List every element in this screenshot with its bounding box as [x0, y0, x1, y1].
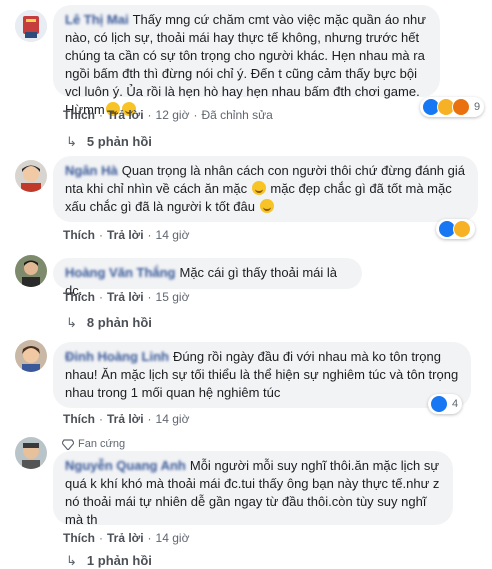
- reply-link[interactable]: Trả lời: [107, 108, 144, 122]
- avatar-image-icon: [15, 255, 47, 287]
- comment-text: Thấy mng cứ chăm cmt vào việc mặc quần á…: [65, 12, 426, 117]
- comment-author[interactable]: Hoàng Văn Thắng: [65, 265, 176, 280]
- view-replies[interactable]: ↳ 8 phản hồi: [66, 315, 152, 331]
- comment-author[interactable]: Ngân Hà: [65, 163, 118, 178]
- like-link[interactable]: Thích: [63, 531, 95, 545]
- like-link[interactable]: Thích: [63, 108, 95, 122]
- replies-count: 5 phản hồi: [86, 134, 152, 149]
- timestamp[interactable]: 12 giờ: [156, 108, 190, 122]
- like-link[interactable]: Thích: [63, 228, 95, 242]
- comment-actions: Thích · Trả lời · 12 giờ · Đã chỉnh sửa: [63, 108, 273, 122]
- like-link[interactable]: Thích: [63, 412, 95, 426]
- smiling-sweat-emoji-icon: [251, 181, 266, 195]
- reply-link[interactable]: Trả lời: [107, 531, 144, 545]
- comment-author[interactable]: Đinh Hoàng Linh: [65, 349, 169, 364]
- comment-bubble: Hoàng Văn Thắng Mặc cái gì thấy thoải mái…: [53, 258, 362, 298]
- comment-bubble: Đinh Hoàng Linh Đúng rồi ngày đầu đi với …: [53, 342, 471, 408]
- comment-actions: Thích · Trả lời · 15 giờ: [63, 290, 190, 304]
- angry-reaction-icon: [452, 98, 470, 116]
- avatar[interactable]: [15, 437, 47, 469]
- reaction-summary[interactable]: [436, 219, 475, 239]
- reaction-count: 9: [474, 101, 481, 113]
- edited-label[interactable]: Đã chỉnh sửa: [201, 108, 272, 122]
- view-replies[interactable]: ↳ 1 phản hồi: [66, 553, 152, 569]
- avatar-image-icon: [15, 340, 47, 372]
- comment-bubble: Lê Thị Mai Thấy mng cứ chăm cmt vào việc …: [53, 5, 440, 117]
- timestamp[interactable]: 14 giờ: [156, 228, 190, 242]
- reaction-summary[interactable]: 9: [420, 97, 485, 117]
- fan-badge: Fan cứng: [62, 438, 125, 450]
- avatar-image-icon: [15, 10, 47, 42]
- diamond-icon: [62, 438, 74, 450]
- reply-link[interactable]: Trả lời: [107, 290, 144, 304]
- reply-arrow-icon: ↳: [66, 553, 77, 568]
- like-reaction-icon: [430, 395, 448, 413]
- avatar[interactable]: [15, 340, 47, 372]
- avatar[interactable]: [15, 10, 47, 42]
- comment-bubble: Nguyễn Quang Anh Mỗi người mỗi suy nghĩ t…: [53, 451, 453, 527]
- comment-actions: Thích · Trả lời · 14 giờ: [63, 412, 190, 426]
- avatar[interactable]: [15, 160, 47, 192]
- reply-link[interactable]: Trả lời: [107, 228, 144, 242]
- haha-reaction-icon: [453, 220, 471, 238]
- timestamp[interactable]: 14 giờ: [156, 412, 190, 426]
- reply-arrow-icon: ↳: [66, 134, 77, 149]
- replies-count: 1 phản hồi: [86, 553, 152, 568]
- reaction-count: 4: [452, 398, 459, 410]
- avatar-image-icon: [15, 160, 47, 192]
- comment-actions: Thích · Trả lời · 14 giờ: [63, 531, 190, 545]
- fan-badge-label: Fan cứng: [78, 438, 126, 450]
- smile-emoji-icon: [259, 199, 274, 213]
- comment-actions: Thích · Trả lời · 14 giờ: [63, 228, 190, 242]
- comment-bubble: Ngân Hà Quan trọng là nhân cách con người…: [53, 156, 478, 222]
- avatar[interactable]: [15, 255, 47, 287]
- timestamp[interactable]: 14 giờ: [156, 531, 190, 545]
- like-link[interactable]: Thích: [63, 290, 95, 304]
- replies-count: 8 phản hồi: [86, 315, 152, 330]
- reply-arrow-icon: ↳: [66, 315, 77, 330]
- view-replies[interactable]: ↳ 5 phản hồi: [66, 134, 152, 150]
- reaction-summary[interactable]: 4: [428, 394, 463, 414]
- timestamp[interactable]: 15 giờ: [156, 290, 190, 304]
- reply-link[interactable]: Trả lời: [107, 412, 144, 426]
- comment-author[interactable]: Nguyễn Quang Anh: [65, 458, 186, 473]
- comment-author[interactable]: Lê Thị Mai: [65, 12, 129, 27]
- avatar-image-icon: [15, 437, 47, 469]
